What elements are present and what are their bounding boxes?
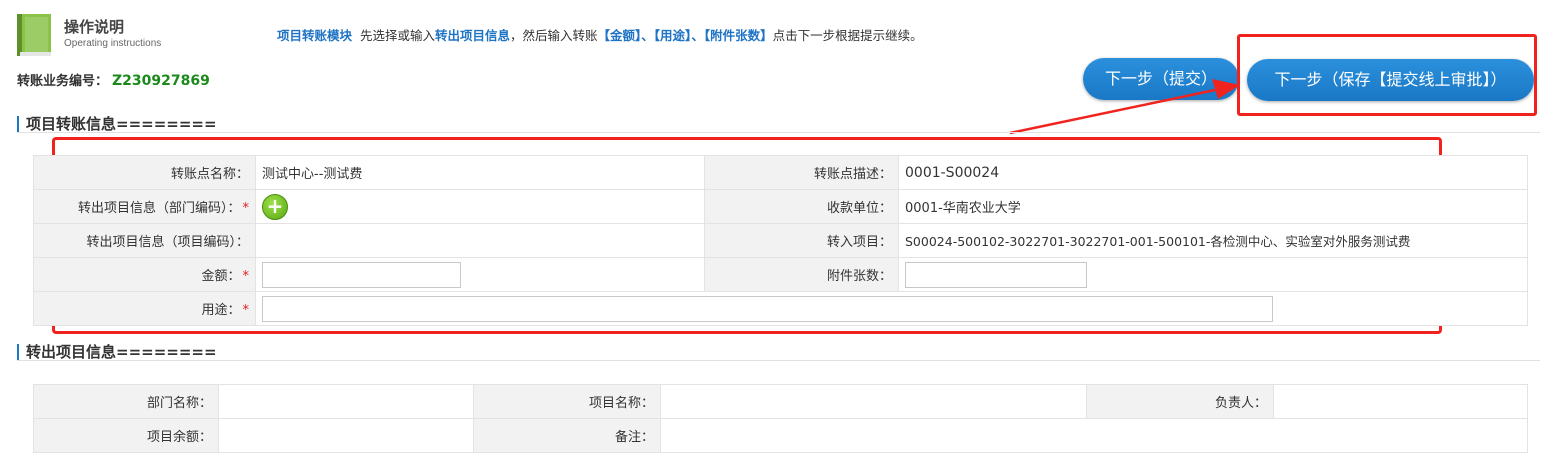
table-row: 转出项目信息（部门编码）： * + 收款单位： 0001-华南农业大学 (33, 189, 1528, 224)
instruction-attachments: 【附件张数】 (703, 28, 773, 43)
business-number: 转账业务编号： Z230927869 (17, 70, 210, 89)
highlight-box-button (1237, 34, 1537, 116)
help-title: 操作说明 (64, 18, 125, 36)
out-proj-label: 转出项目信息（项目编码）： (33, 223, 256, 258)
purpose-label-cell: 用途： * (33, 291, 256, 326)
plus-circle-icon[interactable]: + (262, 193, 288, 220)
out-dept-label: 转出项目信息（部门编码）： (77, 201, 241, 216)
dept-name-label: 部门名称： (33, 384, 219, 419)
help-subtitle: Operating instructions (64, 38, 162, 49)
balance-label: 项目余额： (33, 418, 219, 453)
point-desc-value: 0001-S00024 (898, 155, 1528, 190)
transfer-info-table: 转账点名称： 测试中心--测试费 转账点描述： 0001-S00024 转出项目… (33, 155, 1528, 326)
attach-cell (898, 257, 1528, 292)
owner-label: 负责人： (1086, 384, 1274, 419)
table-row: 用途： * (33, 291, 1528, 326)
instruction-target: 转出项目信息 (434, 28, 510, 43)
attachments-input[interactable] (905, 261, 1087, 288)
out-dept-value: + (255, 189, 705, 224)
in-proj-value: S00024-500102-3022701-3022701-001-500101… (898, 223, 1528, 258)
proj-name-label: 项目名称： (473, 384, 661, 419)
section-title-out-project-info: 转出项目信息======== (17, 344, 217, 360)
section-title-transfer-info: 项目转账信息======== (17, 116, 217, 132)
table-row: 转出项目信息（项目编码）： 转入项目： S00024-500102-302270… (33, 223, 1528, 258)
point-desc-label: 转账点描述： (704, 155, 899, 190)
amount-input[interactable] (262, 261, 461, 288)
table-row: 金额： * 附件张数： (33, 257, 1528, 292)
instruction-part3: 点击下一步根据提示继续。 (772, 28, 923, 43)
instruction-purpose: 【用途】 (653, 28, 692, 43)
amount-label: 金额： (201, 269, 241, 284)
instruction-text: 项目转账模块 先选择或输入转出项目信息，然后输入转账【金额】、【用途】、【附件张… (277, 25, 923, 44)
remark-label: 备注： (473, 418, 661, 453)
instruction-part1: 先选择或输入 (359, 28, 435, 43)
point-name-label: 转账点名称： (33, 155, 256, 190)
amount-cell (255, 257, 705, 292)
business-number-value: Z230927869 (112, 73, 210, 89)
payee-value: 0001-华南农业大学 (898, 189, 1528, 224)
remark-value (660, 418, 1528, 453)
section-divider (17, 132, 1540, 133)
instruction-sep1: 、 (641, 28, 654, 43)
balance-value (218, 418, 474, 453)
out-dept-label-cell: 转出项目信息（部门编码）： * (33, 189, 256, 224)
dept-name-value (218, 384, 474, 419)
in-proj-label: 转入项目： (704, 223, 899, 258)
next-submit-button[interactable]: 下一步（提交） (1083, 58, 1239, 100)
table-row: 部门名称： 项目名称： 负责人： (33, 384, 1528, 419)
instruction-part2: ，然后输入转账 (510, 28, 598, 43)
section-divider (17, 360, 1540, 361)
business-number-label: 转账业务编号： (17, 74, 109, 89)
required-mark: * (242, 303, 250, 318)
purpose-cell (255, 291, 1528, 326)
amount-label-cell: 金额： * (33, 257, 256, 292)
owner-value (1273, 384, 1528, 419)
proj-name-value (660, 384, 1087, 419)
payee-label: 收款单位： (704, 189, 899, 224)
purpose-label: 用途： (201, 303, 241, 318)
point-name-value: 测试中心--测试费 (255, 155, 705, 190)
required-mark: * (242, 201, 250, 216)
book-icon (17, 14, 51, 56)
out-proj-value (255, 223, 705, 258)
purpose-input[interactable] (262, 295, 1273, 322)
instruction-amount: 【金额】 (597, 28, 642, 43)
required-mark: * (242, 269, 250, 284)
out-project-table: 部门名称： 项目名称： 负责人： 项目余额： 备注： (33, 384, 1528, 453)
table-row: 项目余额： 备注： (33, 418, 1528, 453)
instruction-module: 项目转账模块 (277, 28, 353, 43)
instruction-sep2: 、 (691, 28, 704, 43)
table-row: 转账点名称： 测试中心--测试费 转账点描述： 0001-S00024 (33, 155, 1528, 190)
attach-label: 附件张数： (704, 257, 899, 292)
